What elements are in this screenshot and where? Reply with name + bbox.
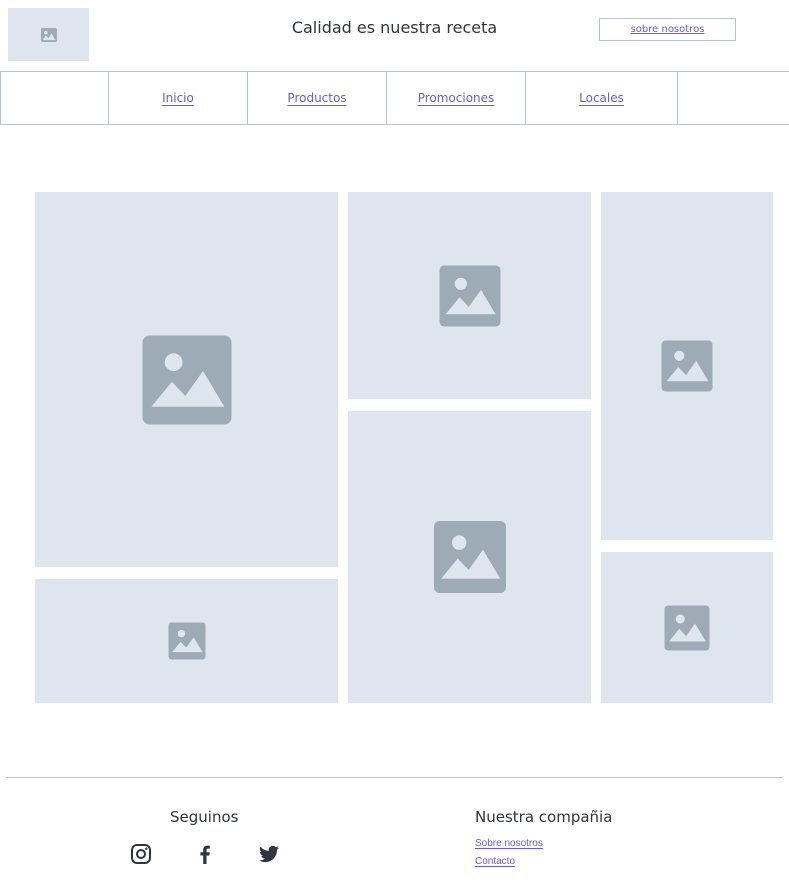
gallery-image[interactable] [348,411,591,703]
nav-item-promociones[interactable]: Promociones [386,72,525,124]
gallery-image[interactable] [601,552,773,703]
about-us-button[interactable]: sobre nosotros [599,18,736,41]
twitter-icon[interactable] [257,842,281,866]
social-heading: Seguinos [170,808,239,826]
image-placeholder-icon [142,335,231,424]
gallery-image[interactable] [35,579,338,703]
image-placeholder-icon [661,340,713,392]
facebook-icon[interactable] [193,842,217,866]
company-heading: Nuestra compañia [475,808,613,826]
about-us-link[interactable]: Sobre nosotros [475,838,543,849]
nav-item-locales[interactable]: Locales [525,72,677,124]
instagram-icon[interactable] [129,842,153,866]
image-placeholder-icon [664,605,710,650]
nav-item-inicio[interactable]: Inicio [108,72,247,124]
image-placeholder-icon [433,521,506,593]
image-placeholder-icon [168,622,205,660]
nav-item-productos[interactable]: Productos [247,72,386,124]
footer-divider [6,777,783,778]
gallery-image[interactable] [35,192,338,567]
image-placeholder-icon [439,265,500,326]
main-nav: Inicio Productos Promociones Locales [0,71,789,125]
gallery-image[interactable] [601,192,773,540]
nav-divider [677,72,678,124]
contact-link[interactable]: Contacto [475,856,515,867]
gallery-image[interactable] [348,192,591,399]
nav-divider [0,72,1,124]
